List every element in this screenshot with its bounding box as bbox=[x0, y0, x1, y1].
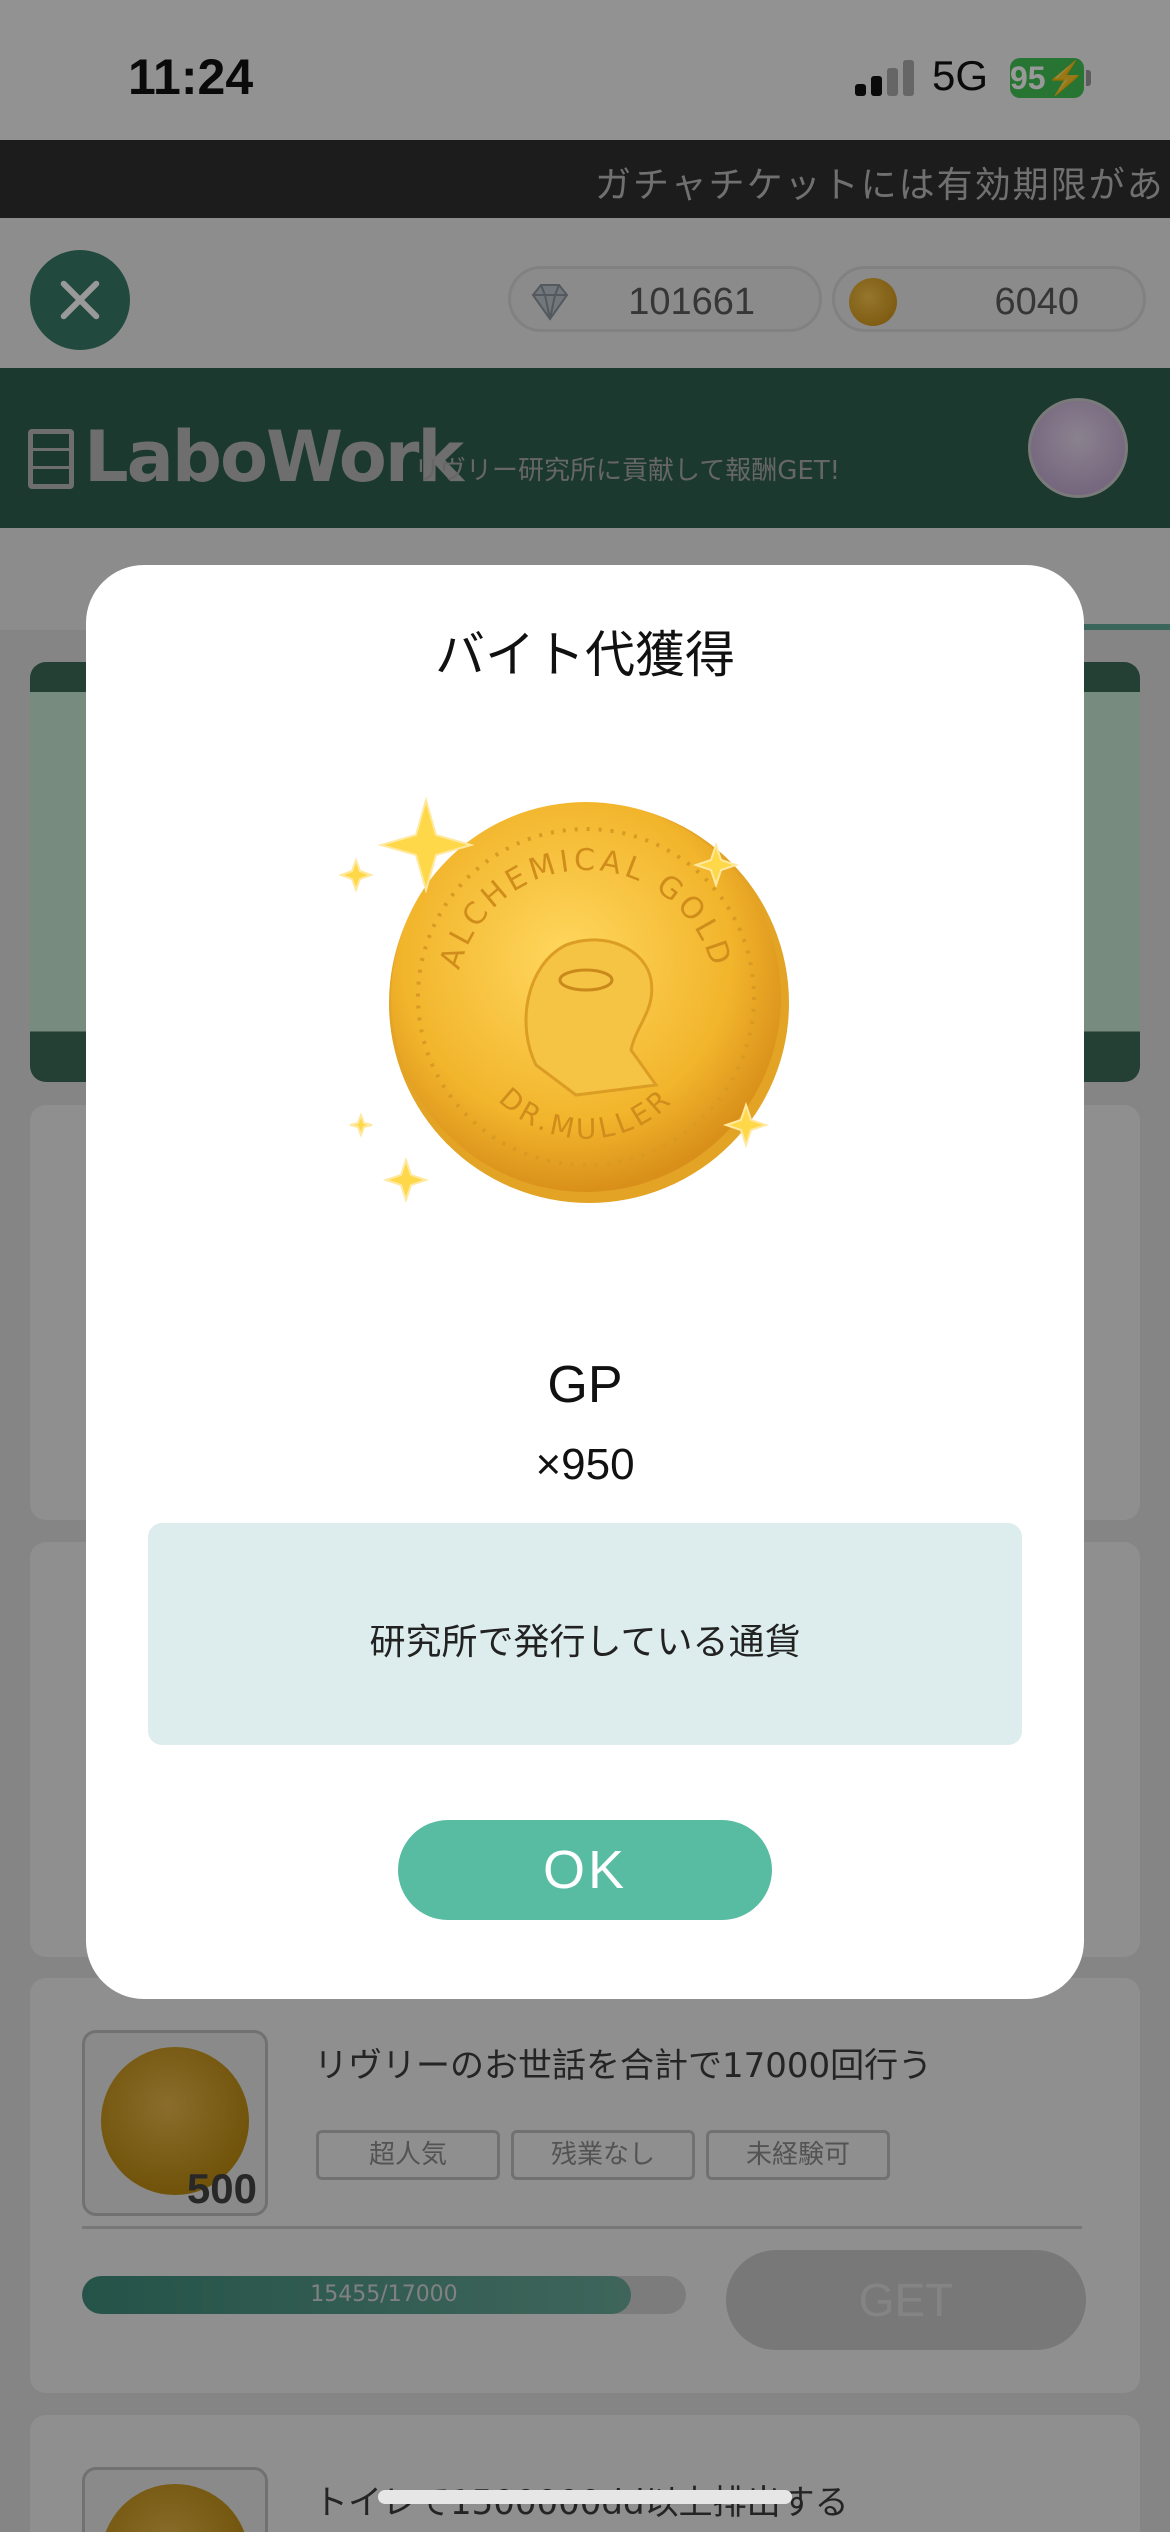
modal-title: バイト代獲得 bbox=[435, 626, 735, 684]
reward-description: 研究所で発行している通貨 bbox=[369, 1622, 801, 1663]
home-indicator[interactable] bbox=[378, 2490, 792, 2504]
reward-item-name: GP bbox=[547, 1356, 623, 1414]
reward-quantity: ×950 bbox=[535, 1440, 635, 1489]
reward-modal: バイト代獲得 ALCHEMICAL GOLD DR.MULLER GP ×950… bbox=[86, 565, 1084, 1999]
reward-description-box: 研究所で発行している通貨 bbox=[148, 1523, 1022, 1745]
ok-button[interactable]: OK bbox=[398, 1820, 772, 1920]
gold-coin-icon: ALCHEMICAL GOLD DR.MULLER bbox=[338, 796, 789, 1204]
